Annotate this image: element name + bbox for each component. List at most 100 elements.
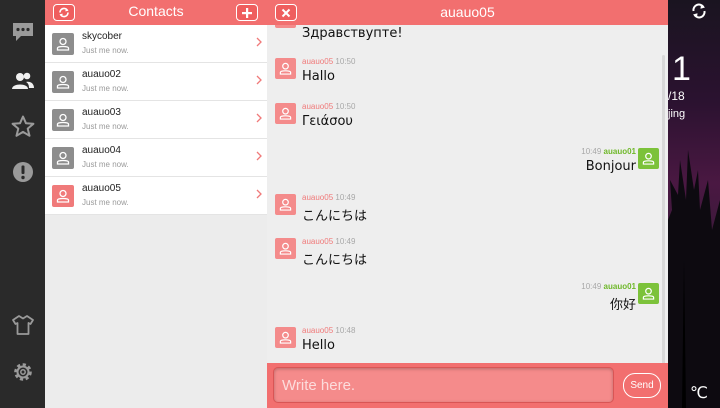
message-sender: auauo05 bbox=[302, 237, 334, 246]
user-icon bbox=[279, 331, 292, 344]
avatar bbox=[275, 58, 296, 79]
avatar bbox=[52, 71, 74, 93]
message-item: auauo05 10:48 Hello bbox=[267, 326, 668, 363]
message-item: Здравствупте! bbox=[267, 25, 668, 55]
compose-bar: Send bbox=[267, 363, 668, 408]
message-meta: auauo05 10:49 bbox=[302, 193, 355, 202]
contact-status: Just me now. bbox=[82, 198, 129, 207]
contacts-icon bbox=[11, 72, 34, 89]
plus-icon bbox=[242, 7, 252, 18]
user-icon bbox=[56, 189, 70, 203]
message-meta: auauo05 10:49 bbox=[302, 237, 355, 246]
message-meta: auauo05 10:48 bbox=[302, 326, 355, 335]
contact-status: Just me now. bbox=[82, 84, 129, 93]
contact-item-auauo02[interactable]: auauo02 Just me now. bbox=[45, 63, 267, 101]
chat-header: auauo05 bbox=[267, 0, 668, 25]
contact-name: auauo04 bbox=[82, 145, 121, 156]
avatar bbox=[638, 283, 659, 304]
contacts-list: skycober Just me now. auauo02 Just me no… bbox=[45, 25, 267, 215]
message-text: Hallo bbox=[302, 69, 335, 84]
nav-favorites-button[interactable] bbox=[0, 106, 45, 146]
user-icon bbox=[56, 151, 70, 165]
message-item: auauo05 10:49 こんにちは bbox=[267, 237, 668, 278]
user-icon bbox=[642, 287, 655, 300]
message-sender: auauo05 bbox=[302, 326, 334, 335]
nav-alerts-button[interactable] bbox=[0, 152, 45, 192]
chevron-right-icon bbox=[256, 113, 262, 123]
contact-item-skycober[interactable]: skycober Just me now. bbox=[45, 25, 267, 63]
shirt-icon bbox=[11, 315, 34, 335]
widget-date: /18 bbox=[668, 89, 685, 103]
message-sender: auauo05 bbox=[302, 57, 334, 66]
message-time: 10:49 bbox=[335, 193, 356, 202]
nav-rail bbox=[0, 0, 45, 408]
nav-contacts-button[interactable] bbox=[0, 61, 45, 101]
contacts-header: Contacts bbox=[45, 0, 267, 25]
message-scrollbar[interactable] bbox=[662, 55, 665, 363]
message-list[interactable]: Здравствупте! auauo05 10:50 Hallo auauo0… bbox=[267, 25, 668, 363]
contact-name: auauo05 bbox=[82, 183, 121, 194]
tree-silhouette bbox=[668, 150, 720, 408]
alert-icon bbox=[12, 162, 33, 182]
user-icon bbox=[279, 242, 292, 255]
message-meta: auauo05 10:50 bbox=[302, 102, 355, 111]
message-time: 10:48 bbox=[335, 326, 356, 335]
user-icon bbox=[279, 198, 292, 211]
message-item: auauo05 10:50 Γειάσου bbox=[267, 102, 668, 143]
avatar bbox=[275, 25, 296, 28]
message-input[interactable] bbox=[282, 368, 613, 402]
message-text: Hello bbox=[302, 338, 335, 353]
temperature-unit: ℃ bbox=[690, 383, 708, 402]
nav-theme-button[interactable] bbox=[0, 305, 45, 345]
message-sender: auauo05 bbox=[302, 193, 334, 202]
chevron-right-icon bbox=[256, 37, 262, 47]
widget-number: 1 bbox=[672, 50, 691, 88]
nav-chat-button[interactable] bbox=[0, 12, 45, 52]
contact-item-auauo04[interactable]: auauo04 Just me now. bbox=[45, 139, 267, 177]
message-time: 10:49 bbox=[581, 282, 602, 291]
contact-status: Just me now. bbox=[82, 160, 129, 169]
message-time: 10:50 bbox=[335, 57, 356, 66]
message-text: Γειάσου bbox=[302, 114, 353, 129]
contact-name: auauo03 bbox=[82, 107, 121, 118]
user-icon bbox=[56, 75, 70, 89]
avatar bbox=[52, 147, 74, 169]
message-time: 10:50 bbox=[335, 102, 356, 111]
avatar bbox=[52, 109, 74, 131]
message-item: 10:49 auauo01 你好 bbox=[267, 282, 668, 323]
contact-item-auauo03[interactable]: auauo03 Just me now. bbox=[45, 101, 267, 139]
contacts-panel: Contacts skycober Just me now. auauo02 J… bbox=[45, 0, 267, 408]
chat-panel: auauo05 Здравствупте! auauo05 10:50 Hall… bbox=[267, 0, 668, 408]
contact-item-auauo05[interactable]: auauo05 Just me now. bbox=[45, 177, 267, 215]
star-icon bbox=[11, 115, 34, 137]
message-item: 10:49 auauo01 Bonjour bbox=[267, 147, 668, 188]
contact-status: Just me now. bbox=[82, 122, 129, 131]
message-sender: auauo01 bbox=[603, 282, 636, 291]
avatar bbox=[52, 185, 74, 207]
user-icon bbox=[56, 113, 70, 127]
add-contact-button[interactable] bbox=[236, 4, 258, 21]
user-icon bbox=[56, 37, 70, 51]
message-text: Здравствупте! bbox=[302, 26, 403, 41]
chat-bubble-icon bbox=[12, 23, 33, 41]
user-icon bbox=[279, 107, 292, 120]
message-text: Bonjour bbox=[585, 159, 636, 174]
message-input-wrapper bbox=[273, 367, 614, 403]
message-item: auauo05 10:50 Hallo bbox=[267, 57, 668, 98]
chevron-right-icon bbox=[256, 75, 262, 85]
chat-title: auauo05 bbox=[440, 4, 495, 20]
message-sender: auauo05 bbox=[302, 102, 334, 111]
nav-settings-button[interactable] bbox=[0, 352, 45, 392]
avatar bbox=[275, 327, 296, 348]
message-sender: auauo01 bbox=[603, 147, 636, 156]
contact-name: skycober bbox=[82, 31, 123, 42]
message-meta: 10:49 auauo01 bbox=[581, 147, 636, 156]
send-button[interactable]: Send bbox=[623, 373, 661, 398]
message-time: 10:49 bbox=[335, 237, 356, 246]
chevron-right-icon bbox=[256, 189, 262, 199]
message-time: 10:49 bbox=[581, 147, 602, 156]
refresh-icon[interactable] bbox=[690, 2, 708, 20]
message-meta: auauo05 10:50 bbox=[302, 57, 355, 66]
message-text: こんにちは bbox=[302, 253, 368, 268]
message-text: こんにちは bbox=[302, 209, 368, 224]
